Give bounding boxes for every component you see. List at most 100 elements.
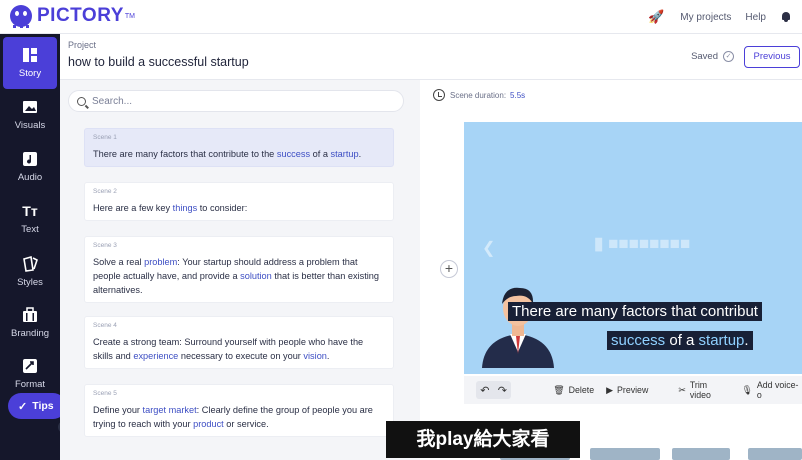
sidebar-item-audio[interactable]: Audio	[3, 141, 57, 193]
scene-keyword: startup	[330, 149, 359, 159]
scene-number: Scene 1	[93, 134, 117, 141]
briefcase-icon	[21, 307, 39, 323]
top-bar: PICTORY TM 🚀 My projects Help	[0, 0, 802, 34]
scene-text-fragment: Here are a few key	[93, 203, 173, 213]
scene-card[interactable]: Scene 2 Here are a few key things to cons…	[84, 182, 394, 221]
sidebar-item-visuals[interactable]: Visuals	[3, 89, 57, 141]
project-title[interactable]: how to build a successful startup	[68, 55, 249, 69]
scene-text-fragment: There are many factors that contribute t…	[93, 149, 277, 159]
sidebar-item-label: Text	[21, 224, 39, 235]
scene-controls-bar: ↶ ↷ 🗑 Delete ▶ Preview ✂ Trim video 🎙 Ad…	[464, 376, 802, 404]
music-icon	[21, 151, 39, 167]
scene-text[interactable]: There are many factors that contribute t…	[93, 147, 385, 161]
preview-button[interactable]: ▶ Preview	[606, 385, 648, 396]
scene-text-fragment: to consider:	[197, 203, 248, 213]
scene-text-fragment: or service.	[223, 419, 269, 429]
clock-icon	[433, 89, 445, 101]
octopus-logo-icon	[10, 5, 32, 28]
undo-redo-group: ↶ ↷	[476, 381, 512, 399]
sidebar-item-branding[interactable]: Branding	[3, 297, 57, 349]
sidebar-item-label: Styles	[17, 277, 43, 288]
previous-button[interactable]: Previous	[744, 46, 800, 68]
trash-icon: 🗑	[553, 384, 565, 395]
scene-card[interactable]: Scene 5 Define your target market: Clearl…	[84, 384, 394, 437]
thumbnail-strip-item[interactable]	[748, 448, 802, 460]
caption-text: of a	[665, 332, 699, 349]
bell-icon[interactable]	[780, 11, 792, 23]
my-projects-link[interactable]: My projects	[680, 12, 731, 23]
help-link[interactable]: Help	[745, 12, 766, 23]
scene-text[interactable]: Here are a few key things to consider:	[93, 201, 385, 215]
scene-keyword: success	[276, 149, 311, 159]
trim-label: Trim video	[689, 380, 711, 400]
saved-label: Saved	[691, 51, 718, 62]
scene-text-fragment: Define your	[93, 405, 143, 415]
duration-value[interactable]: 5.5s	[510, 91, 525, 100]
add-scene-button[interactable]: +	[440, 260, 458, 278]
scene-card[interactable]: Scene 4 Create a strong team: Surround yo…	[84, 316, 394, 369]
video-subtitle-overlay: 我play給大家看	[386, 421, 580, 458]
rocket-icon[interactable]: 🚀	[648, 9, 664, 25]
check-circle-icon: ✓	[18, 400, 28, 413]
caption-keyword: startup	[698, 332, 745, 349]
format-icon	[21, 358, 39, 374]
trim-video-button[interactable]: ✂ Trim video	[678, 380, 729, 400]
scene-text[interactable]: Create a strong team: Surround yourself …	[93, 335, 385, 363]
caption-text: .	[744, 332, 749, 349]
tips-label: Tips	[32, 400, 54, 412]
play-icon: ▶	[606, 384, 614, 395]
delete-label: Delete	[568, 385, 595, 395]
scene-keyword: target market	[142, 405, 197, 415]
watermark-logo: ▮ ■■■■■■■■	[594, 234, 691, 253]
text-icon: Tт	[22, 203, 38, 219]
trademark-mark: TM	[124, 12, 136, 20]
scene-number: Scene 3	[93, 242, 117, 249]
scene-number: Scene 4	[93, 322, 117, 329]
scene-keyword: solution	[240, 271, 272, 281]
scene-number: Scene 5	[93, 390, 117, 397]
video-preview[interactable]: ❮ ▮ ■■■■■■■■ There are many factors that…	[464, 122, 802, 374]
sidebar-item-story[interactable]: Story	[3, 37, 57, 89]
sidebar-item-label: Format	[14, 379, 46, 390]
search-icon	[77, 96, 86, 106]
scene-text-fragment: of a	[310, 149, 331, 159]
saved-status: Saved ✓	[691, 51, 734, 62]
delete-button[interactable]: 🗑 Delete	[553, 385, 594, 396]
microphone-icon: 🎙	[741, 384, 753, 395]
scene-keyword: experience	[133, 351, 179, 361]
caption-line-2: success of a startup.	[607, 331, 753, 350]
scene-card[interactable]: Scene 1 There are many factors that contr…	[84, 128, 394, 167]
scene-text[interactable]: Define your target market: Clearly defin…	[93, 403, 385, 431]
duration-label: Scene duration:	[450, 90, 507, 100]
preview-label: Preview	[617, 385, 649, 395]
search-input[interactable]: Search...	[68, 90, 404, 112]
scene-keyword: product	[193, 419, 224, 429]
caption-keyword: success	[611, 332, 666, 349]
scene-keyword: problem	[144, 257, 178, 267]
scene-duration: Scene duration: 5.5s	[433, 89, 525, 101]
scene-text[interactable]: Solve a real problem: Your startup shoul…	[93, 255, 385, 297]
pictory-logo[interactable]: PICTORY TM	[10, 5, 136, 28]
scene-card[interactable]: Scene 3 Solve a real problem: Your startu…	[84, 236, 394, 303]
project-label: Project	[68, 40, 97, 50]
scene-keyword: things	[172, 203, 198, 213]
project-header: Project how to build a successful startu…	[60, 34, 802, 80]
redo-icon[interactable]: ↷	[498, 384, 507, 397]
styles-icon	[21, 255, 39, 272]
sidebar-item-label: Branding	[10, 328, 50, 339]
add-voiceover-button[interactable]: 🎙 Add voice-o	[741, 380, 802, 400]
sidebar-item-label: Audio	[17, 172, 43, 183]
scissors-icon: ✂	[678, 384, 686, 395]
thumbnail-strip-item[interactable]	[672, 448, 730, 460]
undo-icon[interactable]: ↶	[480, 384, 489, 397]
scene-text-fragment: necessary to execute on your	[178, 351, 304, 361]
thumbnail-strip-item[interactable]	[590, 448, 660, 460]
preview-panel: Scene duration: 5.5s + ❮ ▮ ■■■■■■■■ Ther…	[420, 80, 802, 460]
search-placeholder: Search...	[92, 95, 133, 107]
sidebar-item-text[interactable]: Tт Text	[3, 193, 57, 245]
scene-number: Scene 2	[93, 188, 117, 195]
tips-button[interactable]: ✓ Tips	[8, 393, 66, 419]
voiceover-label: Add voice-o	[756, 380, 799, 400]
story-icon	[21, 47, 39, 63]
sidebar-item-styles[interactable]: Styles	[3, 246, 57, 298]
